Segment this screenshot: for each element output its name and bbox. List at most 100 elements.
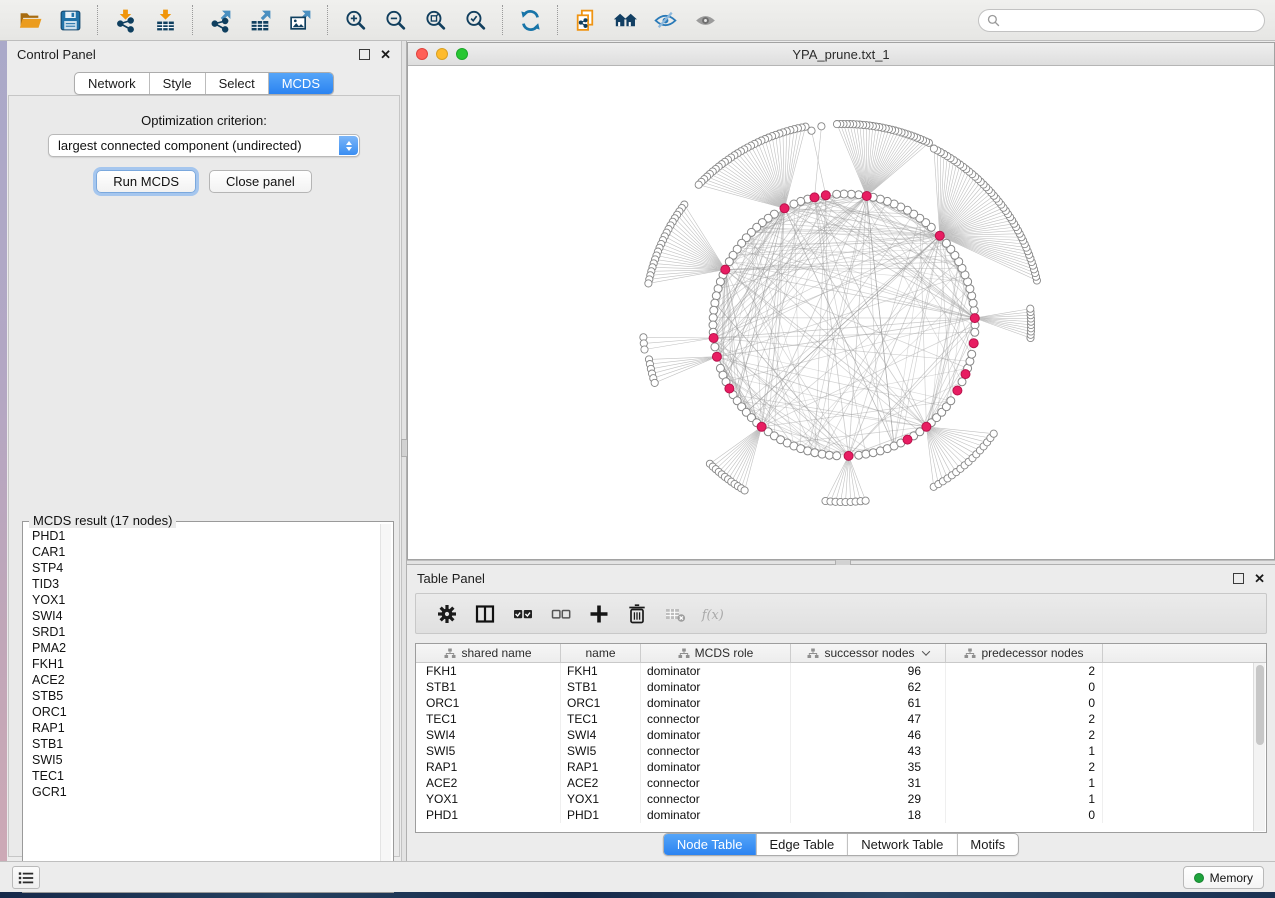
mcds-node-item[interactable]: YOX1	[32, 592, 391, 608]
mcds-node-item[interactable]: SRD1	[32, 624, 391, 640]
mcds-node-item[interactable]: STP4	[32, 560, 391, 576]
table-row[interactable]: ACE2ACE2connector311	[416, 775, 1266, 791]
column-header-shared-name[interactable]: shared name	[416, 644, 561, 662]
zoom-out-icon	[383, 8, 408, 33]
column-header-mcds-role[interactable]: MCDS role	[641, 644, 791, 662]
cell-mcds-role: connector	[641, 711, 791, 727]
cell-mcds-role: dominator	[641, 807, 791, 823]
table-row[interactable]: FKH1FKH1dominator962	[416, 663, 1266, 679]
toolbar-separator	[97, 5, 98, 35]
table-row[interactable]: ORC1ORC1dominator610	[416, 695, 1266, 711]
tab-select[interactable]: Select	[205, 73, 268, 94]
function-builder-button[interactable]: f(x)	[694, 597, 732, 631]
tab-node-table[interactable]: Node Table	[664, 834, 756, 855]
column-header-label: shared name	[461, 646, 531, 660]
clear-table-button[interactable]	[656, 597, 694, 631]
zoom-out-button[interactable]	[375, 3, 415, 37]
cell-name: SWI4	[561, 727, 641, 743]
import-table-button[interactable]	[145, 3, 185, 37]
select-all-button[interactable]	[504, 597, 542, 631]
table-row[interactable]: RAP1RAP1dominator352	[416, 759, 1266, 775]
mcds-node-item[interactable]: ORC1	[32, 704, 391, 720]
tab-mcds[interactable]: MCDS	[268, 73, 333, 94]
tab-style[interactable]: Style	[149, 73, 205, 94]
table-scrollbar[interactable]	[1253, 663, 1265, 831]
mcds-node-item[interactable]: PMA2	[32, 640, 391, 656]
float-panel-icon[interactable]	[359, 49, 370, 60]
network-canvas[interactable]	[408, 66, 1274, 559]
delete-columns-button[interactable]	[618, 597, 656, 631]
window-minimize-icon[interactable]	[436, 48, 448, 60]
cell-shared-name: TEC1	[416, 711, 561, 727]
open-session-button[interactable]	[10, 3, 50, 37]
duplicate-network-button[interactable]	[565, 3, 605, 37]
search-input[interactable]	[1005, 13, 1256, 27]
tab-network[interactable]: Network	[75, 73, 149, 94]
hide-selected-button[interactable]	[645, 3, 685, 37]
apply-layout-button[interactable]	[510, 3, 550, 37]
mcds-node-item[interactable]: ACE2	[32, 672, 391, 688]
cell-shared-name: ACE2	[416, 775, 561, 791]
window-close-icon[interactable]	[416, 48, 428, 60]
network-graph[interactable]	[408, 66, 1274, 559]
close-panel-icon[interactable]: ✕	[1254, 572, 1265, 585]
open-folder-icon	[18, 8, 43, 33]
mcds-node-item[interactable]: FKH1	[32, 656, 391, 672]
table-row[interactable]: SWI4SWI4dominator462	[416, 727, 1266, 743]
column-header-predecessor-nodes[interactable]: predecessor nodes	[946, 644, 1103, 662]
eye-slash-icon	[653, 8, 678, 33]
table-row[interactable]: SWI5SWI5connector431	[416, 743, 1266, 759]
criterion-select[interactable]: largest connected component (undirected)	[48, 134, 360, 157]
show-all-button[interactable]	[685, 3, 725, 37]
zoom-fit-button[interactable]	[415, 3, 455, 37]
show-columns-button[interactable]	[466, 597, 504, 631]
run-mcds-button[interactable]: Run MCDS	[96, 170, 196, 193]
window-maximize-icon[interactable]	[456, 48, 468, 60]
tab-motifs[interactable]: Motifs	[956, 834, 1018, 855]
mcds-node-item[interactable]: STB1	[32, 736, 391, 752]
mcds-node-item[interactable]: TEC1	[32, 768, 391, 784]
mcds-node-item[interactable]: STB5	[32, 688, 391, 704]
deselect-all-button[interactable]	[542, 597, 580, 631]
save-floppy-icon	[58, 8, 83, 33]
import-network-button[interactable]	[105, 3, 145, 37]
memory-button[interactable]: Memory	[1183, 866, 1264, 889]
tab-network-table[interactable]: Network Table	[847, 834, 956, 855]
mcds-node-item[interactable]: CAR1	[32, 544, 391, 560]
close-panel-icon[interactable]: ✕	[380, 48, 391, 61]
zoom-selected-button[interactable]	[455, 3, 495, 37]
mcds-node-item[interactable]: SWI5	[32, 752, 391, 768]
export-network-button[interactable]	[200, 3, 240, 37]
task-history-button[interactable]	[12, 866, 40, 889]
table-row[interactable]: STB1STB1dominator620	[416, 679, 1266, 695]
mcds-result-list[interactable]: PHD1CAR1STP4TID3YOX1SWI4SRD1PMA2FKH1ACE2…	[25, 524, 391, 890]
memory-label: Memory	[1210, 871, 1253, 885]
first-neighbors-button[interactable]	[605, 3, 645, 37]
mcds-node-item[interactable]: GCR1	[32, 784, 391, 800]
network-leaf-nodes[interactable]	[640, 120, 1041, 505]
table-row[interactable]: PHD1PHD1dominator180	[416, 807, 1266, 823]
search-box[interactable]	[978, 9, 1265, 32]
mcds-node-item[interactable]: RAP1	[32, 720, 391, 736]
mcds-list-scrollbar[interactable]	[380, 524, 391, 890]
close-panel-button[interactable]: Close panel	[209, 170, 312, 193]
float-panel-icon[interactable]	[1233, 573, 1244, 584]
zoom-in-button[interactable]	[335, 3, 375, 37]
control-panel-header: Control Panel ✕	[7, 41, 401, 67]
export-table-button[interactable]	[240, 3, 280, 37]
create-column-button[interactable]	[580, 597, 618, 631]
mcds-node-item[interactable]: SWI4	[32, 608, 391, 624]
table-options-button[interactable]	[428, 597, 466, 631]
tab-edge-table[interactable]: Edge Table	[755, 834, 847, 855]
network-window-titlebar[interactable]: YPA_prune.txt_1	[408, 43, 1274, 66]
save-session-button[interactable]	[50, 3, 90, 37]
mcds-node-item[interactable]: TID3	[32, 576, 391, 592]
table-row[interactable]: TEC1TEC1connector472	[416, 711, 1266, 727]
column-header-successor-nodes[interactable]: successor nodes	[791, 644, 946, 662]
table-row[interactable]: YOX1YOX1connector291	[416, 791, 1266, 807]
cell-filler	[1103, 775, 1266, 791]
column-header-name[interactable]: name	[561, 644, 641, 662]
mcds-node-item[interactable]: PHD1	[32, 528, 391, 544]
table-scrollbar-thumb[interactable]	[1256, 665, 1264, 745]
export-image-button[interactable]	[280, 3, 320, 37]
